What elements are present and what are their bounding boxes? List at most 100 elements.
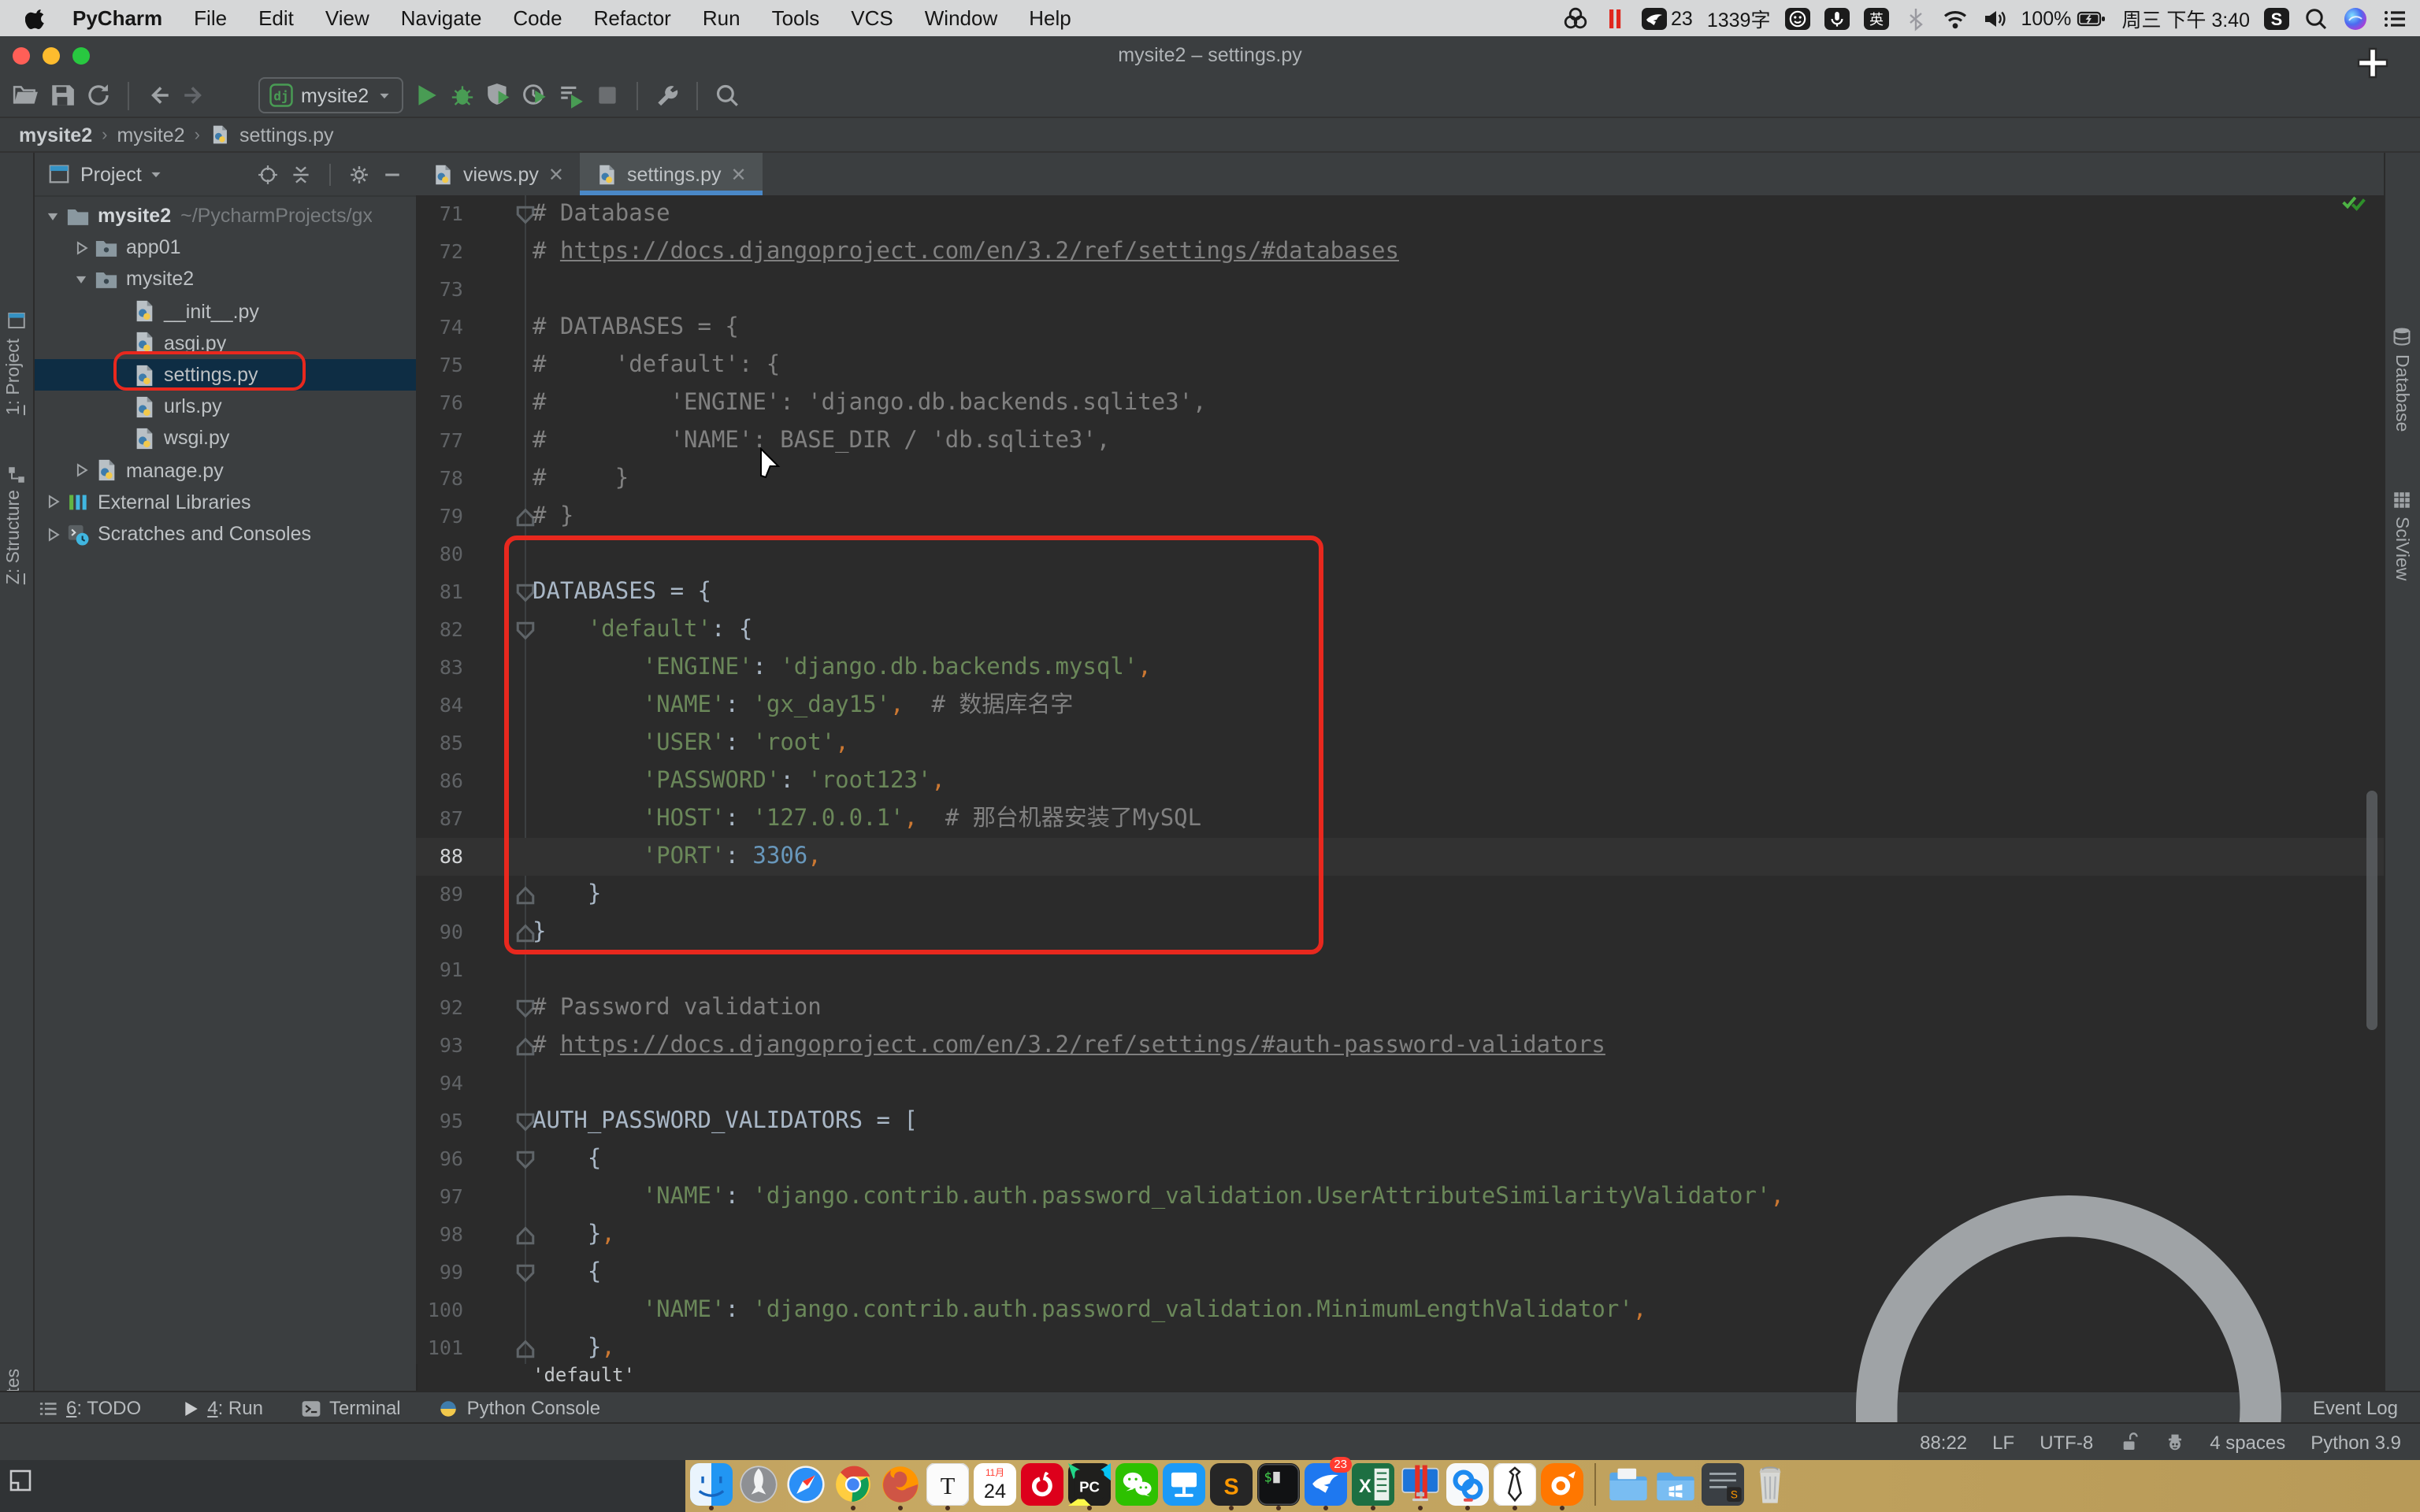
- menu-refactor[interactable]: Refactor: [578, 6, 687, 30]
- dock-chrome-icon[interactable]: [832, 1463, 874, 1506]
- dock-trash-icon[interactable]: [1749, 1463, 1791, 1506]
- input-method-face-icon[interactable]: [1784, 6, 1809, 31]
- menu-tools[interactable]: Tools: [756, 6, 836, 30]
- code-line-72[interactable]: 72# https://docs.djangoproject.com/en/3.…: [416, 233, 2384, 271]
- toolwindow-button-6-todo[interactable]: 6: TODO: [38, 1397, 141, 1419]
- editor-tab-views-py[interactable]: views.py✕: [416, 153, 580, 195]
- dock-folder-documents-icon[interactable]: [1607, 1463, 1650, 1506]
- collapsed-arrow-icon[interactable]: [72, 239, 90, 256]
- tree-item-urls-py[interactable]: urls.py: [35, 391, 416, 422]
- clock[interactable]: 周三 下午 3:40: [2121, 3, 2250, 33]
- dock-dingtalk-icon[interactable]: 23: [1305, 1463, 1347, 1506]
- code-line-91[interactable]: 91: [416, 951, 2384, 989]
- python-interpreter[interactable]: Python 3.9: [2311, 1432, 2401, 1454]
- caret-position[interactable]: 88:22: [1920, 1432, 1967, 1454]
- tree-item-external-libraries[interactable]: External Libraries: [35, 487, 416, 518]
- profiler-icon[interactable]: [521, 82, 548, 109]
- volume-icon[interactable]: [1981, 6, 2006, 31]
- link-rings-icon[interactable]: [1562, 6, 1587, 31]
- dock-safari-icon[interactable]: [785, 1463, 827, 1506]
- indent-setting[interactable]: 4 spaces: [2210, 1432, 2285, 1454]
- locate-file-icon[interactable]: [257, 163, 279, 185]
- tree-item-wsgi-py[interactable]: wsgi.py: [35, 423, 416, 454]
- dock-boss-zhipin-icon[interactable]: [1494, 1463, 1536, 1506]
- tree-item-scratches-and-consoles[interactable]: Scratches and Consoles: [35, 518, 416, 550]
- collapse-all-icon[interactable]: [290, 163, 312, 185]
- tool-tab-project[interactable]: 1: Project: [5, 339, 24, 415]
- tree-item-manage-py[interactable]: manage.py: [35, 454, 416, 486]
- dock-terminal-icon[interactable]: $: [1257, 1463, 1300, 1506]
- run-concurrency-icon[interactable]: [558, 82, 585, 109]
- menu-vcs[interactable]: VCS: [835, 6, 908, 30]
- close-tab-icon[interactable]: ✕: [548, 163, 564, 185]
- siri-icon[interactable]: [2343, 6, 2368, 31]
- code-line-93[interactable]: 93# https://docs.djangoproject.com/en/3.…: [416, 1027, 2384, 1065]
- dock-wechat-icon[interactable]: [1115, 1463, 1158, 1506]
- tool-window-switcher-icon[interactable]: [8, 1468, 33, 1493]
- notification-list-icon[interactable]: [2382, 6, 2407, 31]
- input-language-icon[interactable]: 英: [1863, 6, 1888, 31]
- dock-dark-notes-icon[interactable]: S: [1702, 1463, 1744, 1506]
- tree-item-app01[interactable]: app01: [35, 232, 416, 263]
- run-with-coverage-icon[interactable]: [485, 82, 512, 109]
- parallels-status-icon[interactable]: [1602, 6, 1627, 31]
- back-icon[interactable]: [145, 82, 172, 109]
- search-everywhere-icon[interactable]: [714, 82, 740, 109]
- collapsed-arrow-icon[interactable]: [72, 461, 90, 479]
- menu-help[interactable]: Help: [1013, 6, 1087, 30]
- shadowsocks-icon[interactable]: S: [2264, 6, 2289, 31]
- toolwindow-button-python-console[interactable]: Python Console: [439, 1397, 600, 1419]
- open-icon[interactable]: [13, 82, 39, 109]
- code-line-71[interactable]: 71# Database: [416, 195, 2384, 233]
- breadcrumb-item[interactable]: mysite2: [117, 124, 184, 146]
- code-line-79[interactable]: 79# }: [416, 498, 2384, 536]
- tree-item--init-py[interactable]: __init__.py: [35, 295, 416, 327]
- word-count[interactable]: 1339字: [1707, 3, 1771, 33]
- dock-keynote-icon[interactable]: [1163, 1463, 1205, 1506]
- dock-pycharm-icon[interactable]: PC: [1068, 1463, 1111, 1506]
- dock-sublime-text-icon[interactable]: S: [1210, 1463, 1253, 1506]
- menu-edit[interactable]: Edit: [243, 6, 310, 30]
- menu-app-name[interactable]: PyCharm: [57, 6, 178, 30]
- dock-finder-icon[interactable]: [690, 1463, 733, 1506]
- toolwindow-button-terminal[interactable]: Terminal: [301, 1397, 401, 1419]
- dingtalk-status-icon[interactable]: 23: [1641, 6, 1693, 31]
- settings-wrench-icon[interactable]: [654, 82, 681, 109]
- expanded-arrow-icon[interactable]: [44, 207, 61, 224]
- synchronize-icon[interactable]: [85, 82, 112, 109]
- project-view-title[interactable]: Project: [80, 163, 142, 185]
- bluetooth-icon[interactable]: [1902, 6, 1928, 31]
- inspection-ok-icon[interactable]: [2341, 192, 2366, 213]
- close-tab-icon[interactable]: ✕: [731, 163, 747, 185]
- inspections-hector-icon[interactable]: [2164, 1432, 2184, 1454]
- dock-calendar-icon[interactable]: 11月24: [974, 1463, 1016, 1506]
- collapsed-arrow-icon[interactable]: [44, 494, 61, 511]
- dock-douyu-icon[interactable]: [1541, 1463, 1583, 1506]
- menu-navigate[interactable]: Navigate: [385, 6, 498, 30]
- tree-item-mysite2[interactable]: mysite2~/PycharmProjects/gx: [35, 200, 416, 232]
- toolwindow-button-4-run[interactable]: 4: Run: [179, 1397, 263, 1419]
- apple-icon[interactable]: [25, 6, 47, 31]
- menu-view[interactable]: View: [310, 6, 385, 30]
- dock-folder-windows-icon[interactable]: [1654, 1463, 1697, 1506]
- collapsed-arrow-icon[interactable]: [44, 525, 61, 543]
- code-line-73[interactable]: 73: [416, 271, 2384, 309]
- run-button[interactable]: [413, 82, 440, 109]
- chevron-down-icon[interactable]: [148, 166, 164, 182]
- dock-firefox-icon[interactable]: [879, 1463, 922, 1506]
- dock-netease-music-icon[interactable]: [1021, 1463, 1063, 1506]
- run-configuration-select[interactable]: dj mysite2: [258, 77, 403, 113]
- dock-sunlogin-icon[interactable]: [1446, 1463, 1489, 1506]
- dock-launchpad-icon[interactable]: [737, 1463, 780, 1506]
- code-line-75[interactable]: 75# 'default': {: [416, 346, 2384, 384]
- dictation-mic-icon[interactable]: [1824, 6, 1849, 31]
- menu-code[interactable]: Code: [497, 6, 577, 30]
- tool-tab-sciview[interactable]: SciView: [2392, 517, 2411, 580]
- dock-typora-icon[interactable]: T: [926, 1463, 969, 1506]
- code-line-92[interactable]: 92# Password validation: [416, 989, 2384, 1027]
- dock-parallels-icon[interactable]: [1399, 1463, 1442, 1506]
- file-encoding[interactable]: UTF-8: [2040, 1432, 2093, 1454]
- code-line-78[interactable]: 78# }: [416, 460, 2384, 498]
- expanded-arrow-icon[interactable]: [72, 271, 90, 288]
- line-separator[interactable]: LF: [1992, 1432, 2014, 1454]
